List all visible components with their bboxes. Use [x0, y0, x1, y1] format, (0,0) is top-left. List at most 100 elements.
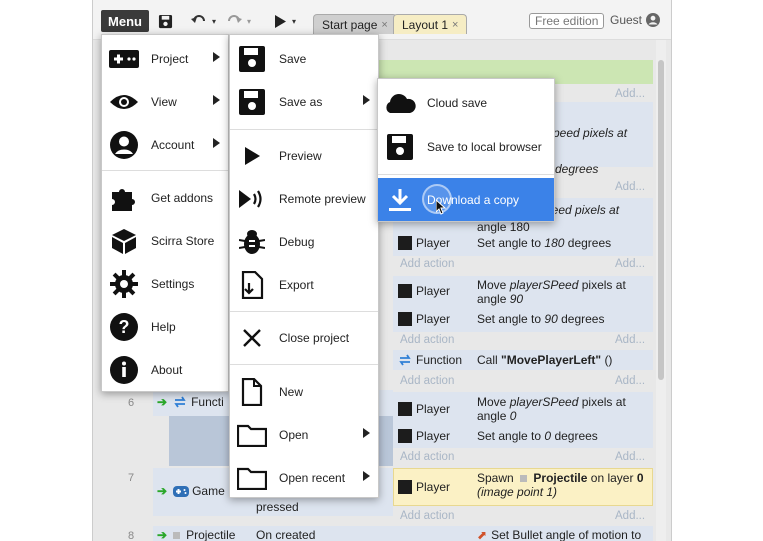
event-condition[interactable]: ➔ Game — [157, 484, 225, 498]
menu-item-save[interactable]: Save — [230, 37, 378, 80]
action-object[interactable]: Player — [398, 429, 450, 443]
add-action-link[interactable]: Add action — [400, 451, 454, 463]
file-icon — [235, 377, 269, 407]
user-name: Guest — [610, 13, 643, 27]
event-condition[interactable]: ➔ Functi — [157, 395, 224, 409]
add-action-link[interactable]: Add action — [400, 375, 454, 387]
redo-icon[interactable] — [223, 11, 245, 31]
event-condition[interactable]: ➔ Projectile — [157, 528, 235, 541]
action-object[interactable]: Player — [398, 284, 450, 298]
svg-text:?: ? — [119, 317, 130, 337]
submenu-arrow-icon — [363, 95, 370, 105]
undo-dropdown-icon[interactable]: ▾ — [210, 11, 218, 31]
condition-text[interactable]: On created — [256, 528, 315, 541]
condition-text[interactable]: pressed — [256, 500, 299, 514]
menu-item-get-addons[interactable]: Get addons — [102, 176, 228, 219]
menu-item-preview[interactable]: Preview — [230, 134, 378, 177]
event-line-number: 8 — [128, 530, 135, 541]
menu-item-open-recent[interactable]: Open recent — [230, 456, 378, 499]
menu-item-new[interactable]: New — [230, 370, 378, 413]
add-action-link[interactable]: Add action — [400, 258, 454, 270]
add-action-link[interactable]: Add... — [615, 88, 645, 100]
action-object[interactable]: Player — [398, 480, 450, 494]
action-text[interactable]: peed pixels at — [545, 203, 619, 217]
add-action-link[interactable]: Add action — [400, 510, 454, 522]
account-icon — [107, 130, 141, 160]
action-text[interactable]: Move playerSPeed pixels at angle 90 — [477, 278, 647, 306]
tab-start-page[interactable]: Start page × — [313, 14, 397, 34]
free-edition-badge[interactable]: Free edition — [529, 13, 605, 29]
action-object[interactable]: Player — [398, 312, 450, 326]
add-action-link[interactable]: Add... — [615, 181, 645, 193]
main-menu: Project View Account Get addons Scirra S… — [101, 34, 229, 392]
menu-button[interactable]: Menu — [101, 10, 149, 32]
action-text[interactable]: Spawn Projectile on layer 0 (image point … — [477, 471, 651, 499]
undo-icon[interactable] — [188, 11, 210, 31]
menu-item-export[interactable]: Export — [230, 263, 378, 306]
menu-item-open[interactable]: Open — [230, 413, 378, 456]
submenu-arrow-icon — [213, 138, 220, 148]
preview-dropdown-icon[interactable]: ▾ — [290, 11, 298, 31]
action-text[interactable]: Move playerSPeed pixels at angle 0 — [477, 395, 647, 423]
close-tab-icon[interactable]: × — [452, 19, 458, 31]
action-object[interactable]: Player — [398, 236, 450, 250]
add-action-link[interactable]: Add... — [615, 375, 645, 387]
submenu-arrow-icon — [213, 95, 220, 105]
user-avatar-icon — [646, 13, 661, 27]
tab-layout-1[interactable]: Layout 1 × — [393, 14, 468, 34]
gamepad-icon — [107, 44, 141, 74]
project-submenu: Save Save as Preview Remote preview Debu… — [229, 34, 379, 498]
action-object[interactable]: Function — [398, 353, 462, 367]
user-account[interactable]: Guest — [610, 13, 661, 27]
menu-item-remote-preview[interactable]: Remote preview — [230, 177, 378, 220]
folder-icon — [235, 463, 269, 493]
player-sprite-icon — [398, 312, 412, 326]
add-action-link[interactable]: Add action — [400, 334, 454, 346]
menu-item-help[interactable]: ? Help — [102, 305, 228, 348]
bug-icon — [235, 227, 269, 257]
menu-item-project[interactable]: Project — [102, 37, 228, 80]
add-action-link[interactable]: Add... — [615, 334, 645, 346]
add-action-link[interactable]: Add... — [615, 451, 645, 463]
play-icon — [235, 141, 269, 171]
run-preview-icon[interactable] — [271, 11, 289, 31]
action-object[interactable]: Player — [398, 402, 450, 416]
menu-item-account[interactable]: Account — [102, 123, 228, 166]
menu-item-scirra-store[interactable]: Scirra Store — [102, 219, 228, 262]
object-name: Player — [416, 402, 451, 416]
floppy-icon — [235, 44, 269, 74]
submenu-arrow-icon — [363, 471, 370, 481]
floppy-icon — [383, 132, 417, 162]
redo-dropdown-icon[interactable]: ▾ — [245, 11, 253, 31]
add-action-link[interactable]: Add... — [615, 510, 645, 522]
object-name: Player — [416, 236, 451, 250]
tab-label: Start page — [322, 17, 378, 32]
action-text[interactable]: angle 180 — [477, 220, 530, 234]
scrollbar-thumb[interactable] — [658, 60, 664, 380]
action-text[interactable]: Call "MovePlayerLeft" () — [477, 353, 612, 367]
event-arrow-icon: ➔ — [157, 484, 168, 498]
submenu-arrow-icon — [213, 52, 220, 62]
save-icon[interactable] — [155, 11, 175, 31]
menu-item-about[interactable]: About — [102, 348, 228, 391]
action-text[interactable]: Set angle to 0 degrees — [477, 429, 598, 443]
app-window: Menu ▾ ▾ ▾ Start page × Layout 1 × Free … — [92, 0, 672, 541]
action-text[interactable]: Set angle to 90 degrees — [477, 312, 604, 326]
event-arrow-icon: ➔ — [157, 528, 168, 541]
action-text[interactable]: Speed pixels at — [545, 126, 627, 140]
menu-item-close-project[interactable]: Close project — [230, 316, 378, 359]
close-tab-icon[interactable]: × — [381, 19, 387, 31]
menu-item-settings[interactable]: Settings — [102, 262, 228, 305]
cloud-icon — [383, 88, 417, 118]
add-action-link[interactable]: Add... — [615, 258, 645, 270]
floppy-icon — [235, 87, 269, 117]
menu-item-view[interactable]: View — [102, 80, 228, 123]
condition-label: Game — [192, 484, 225, 498]
menu-item-cloud-save[interactable]: Cloud save — [378, 81, 554, 124]
menu-item-debug[interactable]: Debug — [230, 220, 378, 263]
menu-item-save-as[interactable]: Save as — [230, 80, 378, 123]
action-text[interactable]: ⬈ Set Bullet angle of motion to — [477, 528, 641, 541]
menu-item-download-a-copy[interactable]: Download a copy — [378, 178, 554, 221]
menu-item-save-to-local-browser[interactable]: Save to local browser — [378, 125, 554, 168]
action-text[interactable]: Set angle to 180 degrees — [477, 236, 611, 250]
